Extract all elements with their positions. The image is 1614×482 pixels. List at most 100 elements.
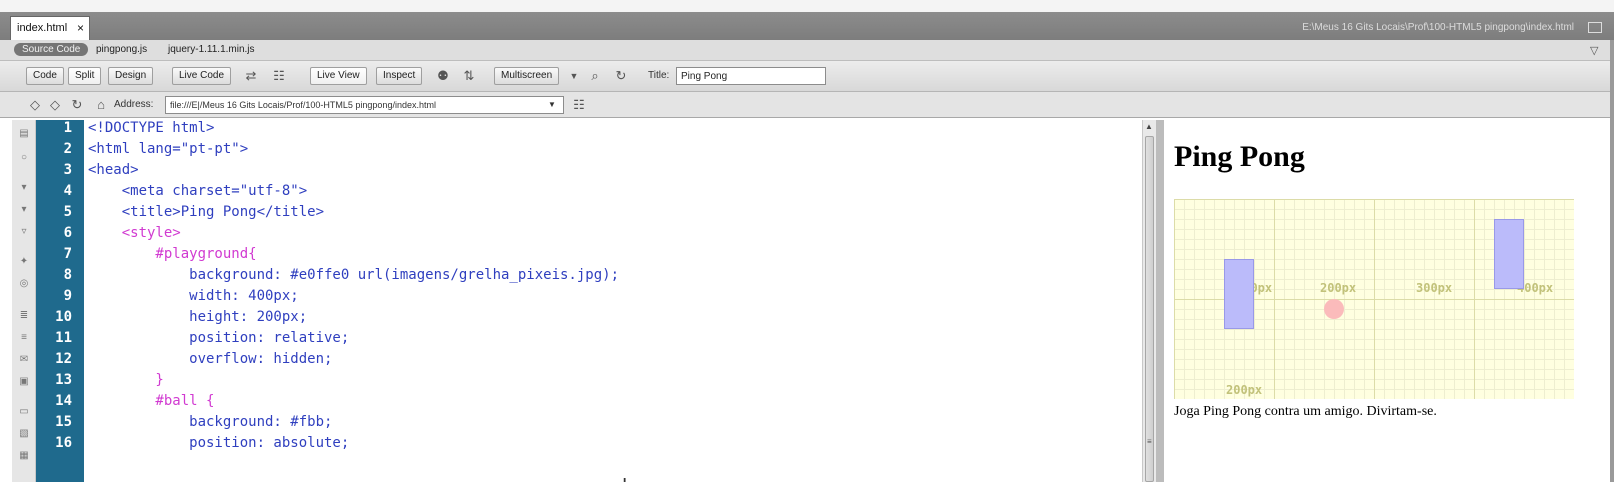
- line-numbers-icon[interactable]: ≣: [17, 310, 31, 322]
- playground: 100px 200px 300px 400px 200px: [1174, 199, 1574, 399]
- document-tab-index[interactable]: index.html ×: [10, 16, 90, 40]
- line-number: 3: [63, 162, 72, 178]
- collapse-selection-icon[interactable]: ▾: [17, 204, 31, 216]
- collapse-tag-icon[interactable]: ▾: [17, 182, 31, 194]
- browser-options-icon[interactable]: ☷: [570, 96, 588, 114]
- grip-icon: ≡: [1147, 437, 1152, 446]
- refresh-icon[interactable]: ↻: [612, 67, 630, 85]
- code-line: position: relative;: [88, 330, 350, 346]
- code-line: <html lang="pt-pt">: [88, 141, 249, 157]
- live-view-pane[interactable]: Ping Pong 100px 200px 300px 400px 200px …: [1164, 120, 1610, 482]
- document-title-input[interactable]: [676, 67, 826, 85]
- live-code-button[interactable]: Live Code: [172, 67, 232, 85]
- code-line: background: #fbb;: [88, 414, 333, 430]
- line-number: 5: [63, 204, 72, 220]
- line-number: 14: [55, 393, 72, 409]
- multiscreen-button[interactable]: Multiscreen: [494, 67, 560, 85]
- balance-braces-icon[interactable]: ◎: [17, 278, 31, 290]
- text-cursor-icon: I: [622, 475, 627, 482]
- paddle-b: [1494, 219, 1524, 289]
- line-number: 12: [55, 351, 72, 367]
- scroll-up-icon[interactable]: ▲: [1145, 122, 1153, 131]
- code-line: width: 400px;: [88, 288, 299, 304]
- browser-navigation-bar: ◇ ◇ ↻ ⌂ Address: ▼ ☷: [0, 92, 1614, 118]
- line-number: 4: [63, 183, 72, 199]
- preview-icon[interactable]: ⚉: [434, 67, 452, 85]
- code-line: overflow: hidden;: [88, 351, 333, 367]
- line-number: 15: [55, 414, 72, 430]
- refresh-icon[interactable]: ↻: [68, 96, 86, 114]
- live-view-button[interactable]: Live View: [310, 67, 367, 85]
- code-view-button[interactable]: Code: [26, 67, 64, 85]
- document-tab-label: index.html: [17, 22, 68, 34]
- related-file-jquery[interactable]: jquery-1.11.1.min.js: [168, 44, 255, 55]
- code-line: <meta charset="utf-8">: [88, 183, 308, 199]
- expand-all-icon[interactable]: ▿: [17, 226, 31, 238]
- line-number: 2: [63, 141, 72, 157]
- line-number: 13: [55, 372, 72, 388]
- close-icon[interactable]: ×: [77, 17, 84, 39]
- scroll-thumb[interactable]: ≡: [1145, 136, 1154, 482]
- code-line: <style>: [88, 225, 181, 241]
- line-number: 1: [63, 120, 72, 136]
- inspect-button[interactable]: Inspect: [376, 67, 423, 85]
- recent-snippets-icon[interactable]: ▧: [17, 428, 31, 440]
- code-editor[interactable]: <!DOCTYPE html> <html lang="pt-pt"> <hea…: [84, 120, 1142, 482]
- filter-icon[interactable]: ▽: [1590, 44, 1602, 57]
- line-number: 16: [55, 435, 72, 451]
- document-toolbar: Code Split Design Live Code ⇄ ☷ Live Vie…: [0, 61, 1614, 92]
- related-files-bar: Source Code pingpong.js jquery-1.11.1.mi…: [0, 40, 1614, 61]
- line-number: 7: [63, 246, 72, 262]
- apply-comment-icon[interactable]: ✉: [17, 354, 31, 366]
- related-file-pingpong[interactable]: pingpong.js: [96, 44, 147, 55]
- select-parent-tag-icon[interactable]: ✦: [17, 256, 31, 268]
- open-documents-icon[interactable]: ▤: [17, 128, 31, 140]
- line-number: 9: [63, 288, 72, 304]
- code-scrollbar[interactable]: ▲ ≡: [1142, 120, 1156, 482]
- wrap-tag-icon[interactable]: ▭: [17, 406, 31, 418]
- move-css-icon[interactable]: ▦: [17, 450, 31, 462]
- visual-aids-icon[interactable]: ⌕: [586, 67, 604, 85]
- address-dropdown-icon[interactable]: ▼: [548, 100, 556, 109]
- line-number: 8: [63, 267, 72, 283]
- ball: [1324, 299, 1344, 319]
- address-input[interactable]: [165, 96, 564, 114]
- line-number: 6: [63, 225, 72, 241]
- line-number: 10: [55, 309, 72, 325]
- code-line: #playground{: [88, 246, 257, 262]
- title-label: Title:: [648, 70, 670, 81]
- line-number-gutter: 1 2 3 4 5 6 7 8 9 10 11 12 13 14 15 16: [36, 120, 84, 482]
- code-line: height: 200px;: [88, 309, 308, 325]
- show-code-navigator-icon[interactable]: ○: [17, 152, 31, 164]
- file-path-display: E:\Meus 16 Gits Locais\Prof\100-HTML5 pi…: [1302, 22, 1574, 33]
- back-icon[interactable]: ◇: [26, 96, 44, 114]
- home-icon[interactable]: ⌂: [92, 96, 110, 114]
- code-line: background: #e0ffe0 url(imagens/grelha_p…: [88, 267, 620, 283]
- page-description: Joga Ping Pong contra um amigo. Divirtam…: [1174, 404, 1437, 419]
- split-divider[interactable]: [1156, 120, 1164, 482]
- split-view-button[interactable]: Split: [68, 67, 102, 85]
- browser-compat-icon[interactable]: ☷: [270, 67, 288, 85]
- paddle-a: [1224, 259, 1254, 329]
- validate-icon[interactable]: ⇄: [242, 67, 260, 85]
- design-view-button[interactable]: Design: [108, 67, 154, 85]
- code-line: <title>Ping Pong</title>: [88, 204, 325, 220]
- multiscreen-dropdown-icon[interactable]: ▼: [565, 67, 583, 85]
- code-line: <head>: [88, 162, 139, 178]
- grid-label: 200px: [1226, 383, 1263, 397]
- page-heading: Ping Pong: [1174, 140, 1305, 173]
- highlight-invalid-icon[interactable]: ≡: [17, 332, 31, 344]
- code-line: #ball {: [88, 393, 215, 409]
- forward-icon[interactable]: ◇: [46, 96, 64, 114]
- file-manage-icon[interactable]: ⇅: [460, 67, 478, 85]
- restore-window-icon[interactable]: [1588, 22, 1602, 33]
- window-border: [1610, 40, 1614, 482]
- grid-label: 200px: [1320, 281, 1357, 295]
- code-line: position: absolute;: [88, 435, 350, 451]
- grid-label: 300px: [1416, 281, 1453, 295]
- coding-toolbar: ▤ ○ ▾ ▾ ▿ ✦ ◎ ≣ ≡ ✉ ▣ ▭ ▧ ▦: [12, 120, 36, 482]
- address-label: Address:: [114, 99, 154, 110]
- code-line: }: [88, 372, 164, 388]
- remove-comment-icon[interactable]: ▣: [17, 376, 31, 388]
- source-code-button[interactable]: Source Code: [14, 43, 89, 56]
